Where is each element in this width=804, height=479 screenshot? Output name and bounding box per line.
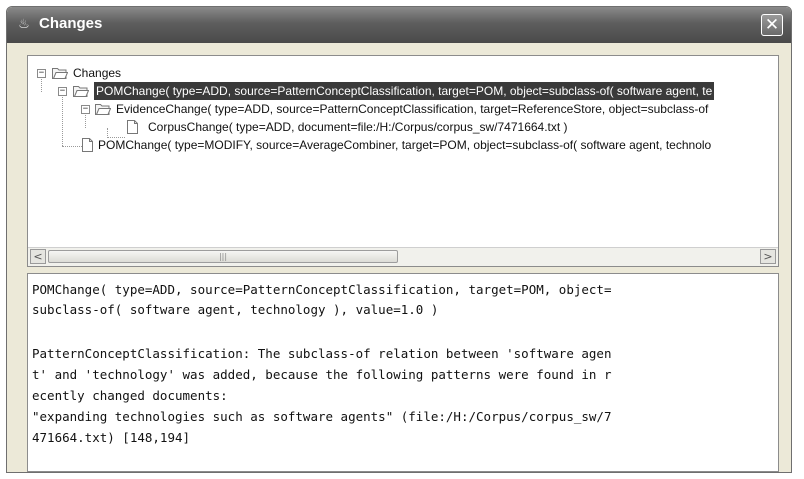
tree-node-label: POMChange( type=ADD, source=PatternConce… (94, 82, 715, 100)
collapse-toggle[interactable]: − (81, 105, 90, 114)
open-folder-icon (52, 68, 68, 79)
tree-node-label: EvidenceChange( type=ADD, source=Pattern… (116, 102, 709, 116)
title-bar: ♨ Changes ✕ (7, 7, 791, 43)
collapse-toggle[interactable]: − (37, 69, 46, 78)
changes-tree[interactable]: − Changes − POMChange( type=ADD, source=… (27, 55, 779, 267)
document-icon (82, 138, 93, 152)
tree-node-pomchange-modify[interactable]: POMChange( type=MODIFY, source=AverageCo… (28, 136, 778, 154)
tree-node-label: Changes (73, 66, 122, 80)
tree-node-evidencechange[interactable]: − EvidenceChange( type=ADD, source=Patte… (28, 100, 778, 118)
horizontal-scrollbar[interactable]: < ||| > (28, 247, 778, 266)
tree-node-corpuschange[interactable]: CorpusChange( type=ADD, document=file:/H… (28, 118, 778, 136)
change-detail-text[interactable]: POMChange( type=ADD, source=PatternConce… (27, 273, 779, 472)
scroll-left-button[interactable]: < (30, 249, 46, 264)
detail-line: ecently changed documents: (32, 388, 228, 403)
tree-node-label: CorpusChange( type=ADD, document=file:/H… (148, 120, 568, 134)
detail-line: 471664.txt) [148,194] (32, 430, 191, 445)
java-cup-icon: ♨ (18, 17, 30, 32)
tree-node-pomchange-add[interactable]: − POMChange( type=ADD, source=PatternCon… (28, 82, 778, 100)
tree-node-label: POMChange( type=MODIFY, source=AverageCo… (98, 138, 712, 152)
document-icon (127, 120, 138, 134)
scroll-thumb[interactable]: ||| (48, 250, 398, 263)
open-folder-icon (95, 104, 111, 115)
tree-node-root[interactable]: − Changes (28, 64, 768, 82)
open-folder-icon (73, 86, 89, 97)
close-button[interactable]: ✕ (761, 14, 783, 36)
detail-line: t' and 'technology' was added, because t… (32, 367, 612, 382)
scroll-right-button[interactable]: > (760, 249, 776, 264)
collapse-toggle[interactable]: − (58, 87, 67, 96)
detail-line: "expanding technologies such as software… (32, 409, 612, 424)
window-title: Changes (39, 15, 103, 32)
detail-line: POMChange( type=ADD, source=PatternConce… (32, 282, 612, 297)
detail-line: subclass-of( software agent, technology … (32, 302, 439, 317)
detail-line: PatternConceptClassification: The subcla… (32, 346, 612, 361)
changes-dialog: ♨ Changes ✕ − Changes − POMChange(type=… (6, 6, 792, 473)
